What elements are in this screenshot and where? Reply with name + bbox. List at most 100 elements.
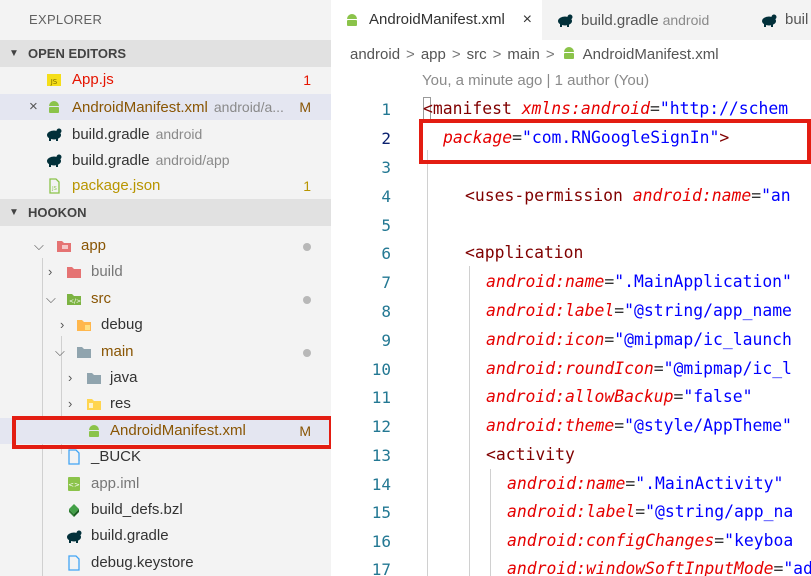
- breadcrumb: android > app > src > main > AndroidManifest.xml: [350, 40, 719, 70]
- folder-icon: [87, 373, 101, 384]
- json-file-icon: JS: [49, 178, 60, 194]
- problem-count-badge: 1: [303, 178, 311, 194]
- open-editor-item[interactable]: JS package.json 1: [0, 173, 331, 199]
- code-line[interactable]: <uses-permission android:name="an: [465, 186, 791, 205]
- xml-file-icon: <>: [68, 477, 80, 491]
- chevron-down-icon: ⌵: [34, 238, 44, 253]
- line-number: 11: [371, 388, 391, 407]
- android-icon: [347, 14, 357, 26]
- file-name: package.json: [72, 177, 161, 194]
- line-number: 1: [381, 100, 391, 119]
- tree-folder-debug[interactable]: › debug: [0, 312, 331, 338]
- tree-folder-res[interactable]: › res: [0, 391, 331, 417]
- breadcrumb-separator: >: [545, 46, 555, 63]
- folder-name: debug: [101, 316, 143, 333]
- hookon-header[interactable]: ▼ HOOKON: [0, 199, 331, 226]
- file-icon: [68, 449, 80, 465]
- line-number: 7: [381, 273, 391, 292]
- bazel-icon: [69, 504, 79, 517]
- folder-name: src: [91, 290, 111, 307]
- android-icon: [563, 47, 574, 59]
- code-line[interactable]: android:name=".MainActivity": [507, 474, 783, 493]
- chevron-right-icon: ›: [68, 396, 73, 411]
- android-icon: [49, 101, 59, 113]
- chevron-down-icon: ▼: [9, 48, 19, 59]
- breadcrumb-item[interactable]: AndroidManifest.xml: [583, 46, 719, 63]
- code-line[interactable]: android:icon="@mipmap/ic_launch: [486, 330, 792, 349]
- problem-count-badge: 1: [303, 72, 311, 88]
- file-icon: [68, 555, 80, 571]
- workspace-label: HOOKON: [28, 205, 87, 220]
- line-number: 17: [371, 560, 391, 576]
- file-name: App.js: [72, 71, 114, 88]
- tab-label: build.gradle android: [581, 12, 710, 29]
- code-line[interactable]: android:theme="@style/AppTheme": [486, 416, 792, 435]
- open-editor-item[interactable]: build.gradle android/app: [0, 147, 331, 173]
- svg-text:<>: <>: [68, 481, 80, 489]
- breadcrumb-separator: >: [492, 46, 502, 63]
- indent-guide: [490, 469, 491, 576]
- tree-file-build-defs[interactable]: build_defs.bzl: [0, 497, 331, 523]
- breadcrumb-item[interactable]: src: [467, 46, 487, 63]
- code-line[interactable]: android:roundIcon="@mipmap/ic_l: [486, 359, 792, 378]
- open-editors-label: OPEN EDITORS: [28, 46, 127, 61]
- open-editors-header[interactable]: ▼ OPEN EDITORS: [0, 40, 331, 67]
- file-name: app.iml: [91, 475, 140, 492]
- svg-text:</>: </>: [69, 298, 81, 305]
- line-number: 8: [381, 302, 391, 321]
- code-line[interactable]: android:name=".MainApplication": [486, 272, 792, 291]
- breadcrumb-item[interactable]: main: [507, 46, 540, 63]
- line-number: 4: [381, 187, 391, 206]
- tab-build-gradle[interactable]: build.gradle android: [542, 0, 747, 40]
- folder-icon: [87, 399, 101, 410]
- folder-open-icon: [77, 347, 91, 358]
- modified-dot: [303, 243, 311, 251]
- file-name: AndroidManifest.xml android/a...: [72, 99, 284, 116]
- tree-folder-app[interactable]: ⌵ app: [0, 233, 331, 259]
- tree-folder-src[interactable]: ⌵ </> src: [0, 286, 331, 312]
- line-number: 14: [371, 475, 391, 494]
- code-line[interactable]: <application: [465, 243, 583, 262]
- tree-file-build-gradle[interactable]: build.gradle: [0, 523, 331, 549]
- codelens-blame[interactable]: You, a minute ago | 1 author (You): [422, 72, 649, 89]
- modified-badge: M: [299, 99, 311, 115]
- tree-folder-java[interactable]: › java: [0, 365, 331, 391]
- open-editor-item-active[interactable]: × AndroidManifest.xml android/a... M: [0, 94, 331, 120]
- tree-file-debug-keystore[interactable]: debug.keystore: [0, 550, 331, 576]
- file-name: build_defs.bzl: [91, 501, 183, 518]
- file-name: build.gradle android: [72, 126, 203, 143]
- tab-androidmanifest[interactable]: AndroidManifest.xml ×: [331, 0, 542, 40]
- code-line[interactable]: android:configChanges="keyboa: [507, 531, 793, 550]
- open-editor-item[interactable]: JS App.js 1: [0, 67, 331, 93]
- code-line[interactable]: android:allowBackup="false": [486, 387, 752, 406]
- breadcrumb-item[interactable]: android: [350, 46, 400, 63]
- close-icon[interactable]: ×: [29, 94, 38, 120]
- chevron-down-icon: ⌵: [55, 344, 65, 359]
- file-name: debug.keystore: [91, 554, 194, 571]
- code-line[interactable]: android:label="@string/app_name: [486, 301, 792, 320]
- folder-open-icon: [57, 241, 71, 252]
- breadcrumb-item[interactable]: app: [421, 46, 446, 63]
- folder-icon: [67, 267, 81, 278]
- folder-name: res: [110, 395, 131, 412]
- file-name: build.gradle: [91, 527, 169, 544]
- tab-build-gradle-2[interactable]: buil: [747, 0, 811, 40]
- chevron-right-icon: ›: [68, 370, 73, 385]
- tab-close-icon[interactable]: ×: [523, 0, 532, 40]
- tree-file-app-iml[interactable]: <> app.iml: [0, 471, 331, 497]
- tab-bar: AndroidManifest.xml × build.gradle androi…: [331, 0, 811, 40]
- indent-guide: [469, 266, 470, 576]
- folder-icon: [77, 320, 91, 331]
- tree-folder-main[interactable]: ⌵ main: [0, 339, 331, 365]
- line-number: 6: [381, 244, 391, 263]
- open-editor-item[interactable]: build.gradle android: [0, 121, 331, 147]
- code-line[interactable]: android:label="@string/app_na: [507, 502, 793, 521]
- svg-text:JS: JS: [50, 78, 58, 86]
- code-line[interactable]: android:windowSoftInputMode="ad: [507, 559, 811, 576]
- line-number: 15: [371, 503, 391, 522]
- line-number: 13: [371, 446, 391, 465]
- chevron-down-icon: ▼: [9, 207, 19, 218]
- code-line[interactable]: <activity: [486, 445, 575, 464]
- tree-folder-build[interactable]: › build: [0, 259, 331, 285]
- code-line[interactable]: <manifest xmlns:android="http://schem: [423, 99, 788, 118]
